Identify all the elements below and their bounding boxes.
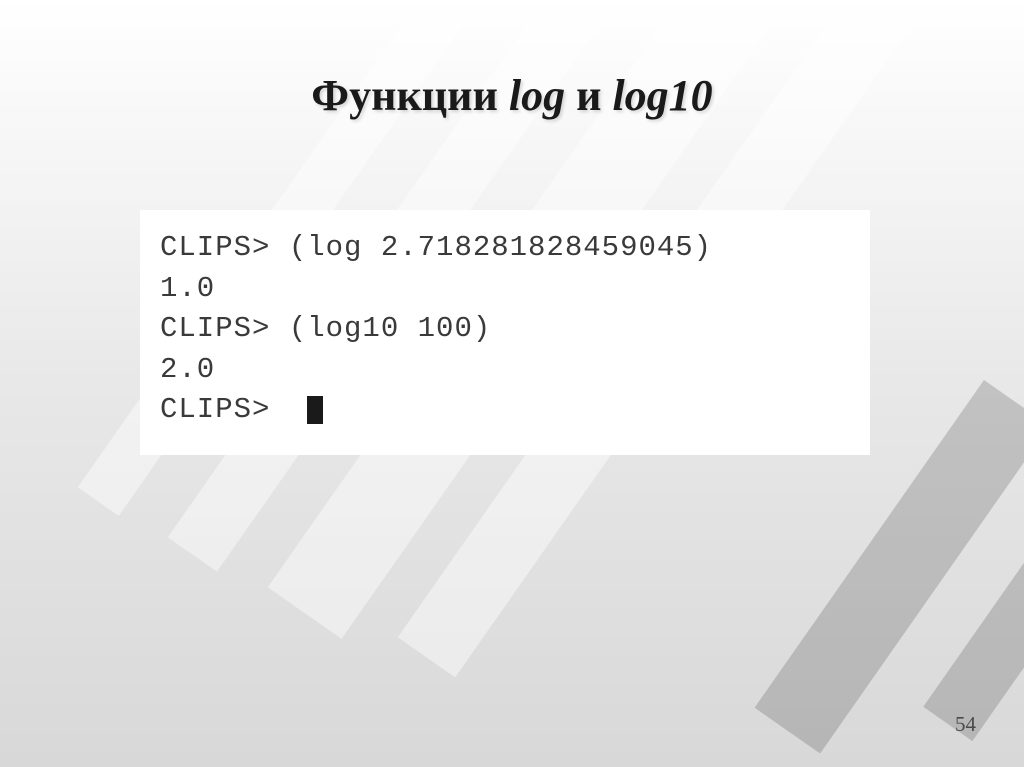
code-line-3: CLIPS> (log10 100) [160, 309, 850, 350]
slide-title: Функции log и log10 [0, 70, 1024, 121]
code-line-4: 2.0 [160, 350, 850, 391]
code-line-2: 1.0 [160, 269, 850, 310]
code-line-5: CLIPS> [160, 390, 850, 431]
page-number: 54 [955, 712, 976, 737]
code-line-1: CLIPS> (log 2.718281828459045) [160, 228, 850, 269]
title-middle: и [565, 71, 612, 120]
title-prefix: Функции [311, 71, 509, 120]
cursor-icon [307, 396, 323, 424]
title-term-log: log [509, 71, 565, 120]
title-term-log10: log10 [612, 71, 712, 120]
code-example: CLIPS> (log 2.718281828459045) 1.0 CLIPS… [140, 210, 870, 455]
